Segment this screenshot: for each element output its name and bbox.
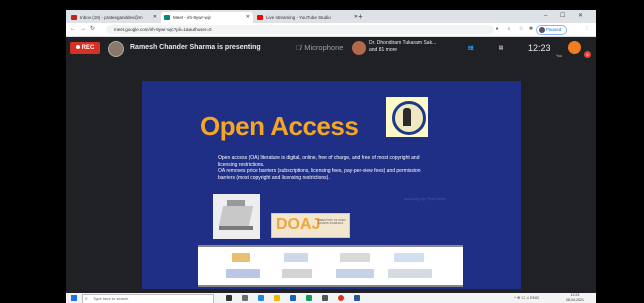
partner-logo bbox=[232, 253, 250, 262]
doaj-logo-subtitle: DIRECTORY OF OPEN ACCESS JOURNALS bbox=[318, 219, 346, 226]
store-icon[interactable] bbox=[290, 295, 296, 301]
folder-icon[interactable] bbox=[274, 295, 280, 301]
word-icon[interactable] bbox=[354, 295, 360, 301]
taskbar-search[interactable]: ⌕ Type here to search bbox=[82, 294, 214, 303]
close-window-button[interactable]: ✕ bbox=[578, 10, 583, 23]
extensions-icon[interactable]: ✱ bbox=[528, 26, 534, 32]
url-field[interactable]: meet.google.com/irh-9ywr-wjc?pli=1&authu… bbox=[106, 25, 494, 34]
doaj-logo: DOAJ DIRECTORY OF OPEN ACCESS JOURNALS bbox=[271, 213, 350, 238]
back-icon[interactable]: ← bbox=[70, 23, 76, 36]
faint-caption: www.doaj.org / Peter Suber bbox=[403, 197, 447, 201]
partner-logo bbox=[284, 253, 308, 262]
slide-title: Open Access bbox=[200, 111, 359, 141]
machine-part bbox=[219, 226, 253, 230]
partner-logo bbox=[282, 269, 312, 278]
profile-button[interactable]: Paused bbox=[536, 25, 568, 35]
windows-taskbar: ⌕ Type here to search ^ ⊕ ☐ ♫ ENG 12:23 … bbox=[66, 293, 596, 303]
excel-icon[interactable] bbox=[306, 295, 312, 301]
close-icon[interactable]: ✕ bbox=[153, 12, 157, 23]
partner-logo bbox=[388, 269, 432, 278]
minimize-button[interactable]: – bbox=[544, 10, 547, 23]
address-bar-row: ← → ↻ meet.google.com/irh-9ywr-wjc?pli=1… bbox=[66, 23, 596, 37]
partner-logos bbox=[198, 245, 463, 287]
browser-window: Inbox (18) - prateeganddev@m ✕ Meet - ir… bbox=[66, 10, 596, 303]
partner-logo bbox=[340, 253, 370, 262]
mic-off-icon: 🎙̸ bbox=[296, 45, 302, 52]
microphone-indicator: 🎙̸ Microphone bbox=[296, 37, 343, 60]
start-pane bbox=[74, 298, 77, 301]
chat-icon: ▤ bbox=[498, 45, 504, 51]
seal-figure bbox=[403, 108, 411, 126]
speaker-avatar bbox=[352, 41, 366, 55]
profile-label: Paused bbox=[546, 27, 562, 32]
tab-label: Meet - irh-9ywr-wjc bbox=[173, 15, 212, 20]
meet-header: REC Ramesh Chander Sharma is presenting … bbox=[66, 37, 596, 59]
recording-badge: REC bbox=[70, 42, 100, 54]
presenter-text: Ramesh Chander Sharma is presenting bbox=[130, 44, 261, 51]
search-placeholder: Type here to search bbox=[93, 296, 129, 301]
forward-icon[interactable]: → bbox=[80, 23, 86, 36]
people-icon: 👥 bbox=[467, 45, 475, 51]
avatar bbox=[539, 27, 545, 33]
close-icon[interactable]: ✕ bbox=[246, 12, 250, 23]
menu-icon[interactable]: ⋮ bbox=[584, 26, 590, 32]
task-view-icon[interactable] bbox=[226, 295, 232, 301]
partner-logo bbox=[226, 269, 260, 278]
start-pane bbox=[71, 298, 74, 301]
presenter-avatar bbox=[108, 41, 124, 57]
machine-part bbox=[218, 206, 254, 226]
meeting-clock: 12:23 bbox=[528, 43, 551, 53]
tab-label: Inbox (18) - prateeganddev@m bbox=[80, 15, 143, 20]
presentation-slide: Open Access Open access (OA) literature … bbox=[142, 81, 521, 289]
edge-icon[interactable] bbox=[258, 295, 264, 301]
doaj-logo-text: DOAJ bbox=[276, 216, 321, 233]
start-pane bbox=[71, 295, 74, 298]
app-icon[interactable] bbox=[322, 295, 328, 301]
reload-icon[interactable]: ↻ bbox=[90, 23, 95, 36]
camera-icon[interactable]: ● bbox=[494, 26, 500, 32]
tab-youtube[interactable]: Live streaming - YouTube Studio ✕ bbox=[254, 12, 361, 23]
tab-meet[interactable]: Meet - irh-9ywr-wjc ✕ bbox=[161, 12, 253, 23]
maximize-button[interactable]: ☐ bbox=[560, 10, 565, 23]
university-seal-logo bbox=[386, 97, 428, 137]
zoom-icon[interactable]: ⌕ bbox=[506, 26, 512, 32]
speaker-info: Dr. Dhondiram Tukaram Sak... and 81 more bbox=[369, 40, 436, 54]
body-paragraph: Open access (OA) literature is digital, … bbox=[218, 155, 420, 168]
notification-badge: 5 bbox=[584, 51, 591, 58]
gmail-icon bbox=[71, 15, 77, 20]
self-avatar[interactable] bbox=[568, 41, 581, 54]
body-paragraph: OA removes price barriers (subscriptions… bbox=[218, 168, 421, 181]
star-icon[interactable]: ☆ bbox=[518, 26, 524, 32]
start-pane bbox=[74, 295, 77, 298]
partner-logo bbox=[336, 269, 374, 278]
rec-label: REC bbox=[81, 45, 95, 51]
system-tray[interactable]: ^ ⊕ ☐ ♫ ENG bbox=[514, 293, 539, 303]
tab-bar: Inbox (18) - prateeganddev@m ✕ Meet - ir… bbox=[66, 10, 596, 23]
youtube-icon bbox=[257, 15, 263, 20]
taskbar-date: 08-04-2021 bbox=[566, 298, 584, 302]
tab-label: Live streaming - YouTube Studio bbox=[266, 15, 331, 20]
microphone-label: Microphone bbox=[304, 43, 344, 52]
machine-image bbox=[213, 194, 260, 239]
speaker-name: Dr. Dhondiram Tukaram Sak... bbox=[369, 40, 437, 46]
slide-body: Open access (OA) literature is digital, … bbox=[218, 155, 430, 181]
meet-icon bbox=[164, 15, 170, 20]
search-icon: ⌕ bbox=[85, 296, 88, 302]
taskbar-clock[interactable]: 12:23 08-04-2021 bbox=[566, 293, 584, 303]
explorer-icon[interactable] bbox=[242, 295, 248, 301]
chat-button[interactable]: ▤ bbox=[494, 41, 508, 55]
record-dot-icon bbox=[75, 45, 80, 50]
meeting-details-button[interactable]: 👥 bbox=[464, 41, 478, 55]
windows-start-icon[interactable] bbox=[71, 295, 77, 301]
tab-gmail[interactable]: Inbox (18) - prateeganddev@m ✕ bbox=[68, 12, 160, 23]
chrome-icon[interactable] bbox=[338, 295, 344, 301]
self-label: You bbox=[556, 54, 562, 58]
speaker-more: and 81 more bbox=[369, 47, 398, 53]
partner-logo bbox=[394, 253, 424, 262]
new-tab-button[interactable]: + bbox=[358, 10, 363, 23]
